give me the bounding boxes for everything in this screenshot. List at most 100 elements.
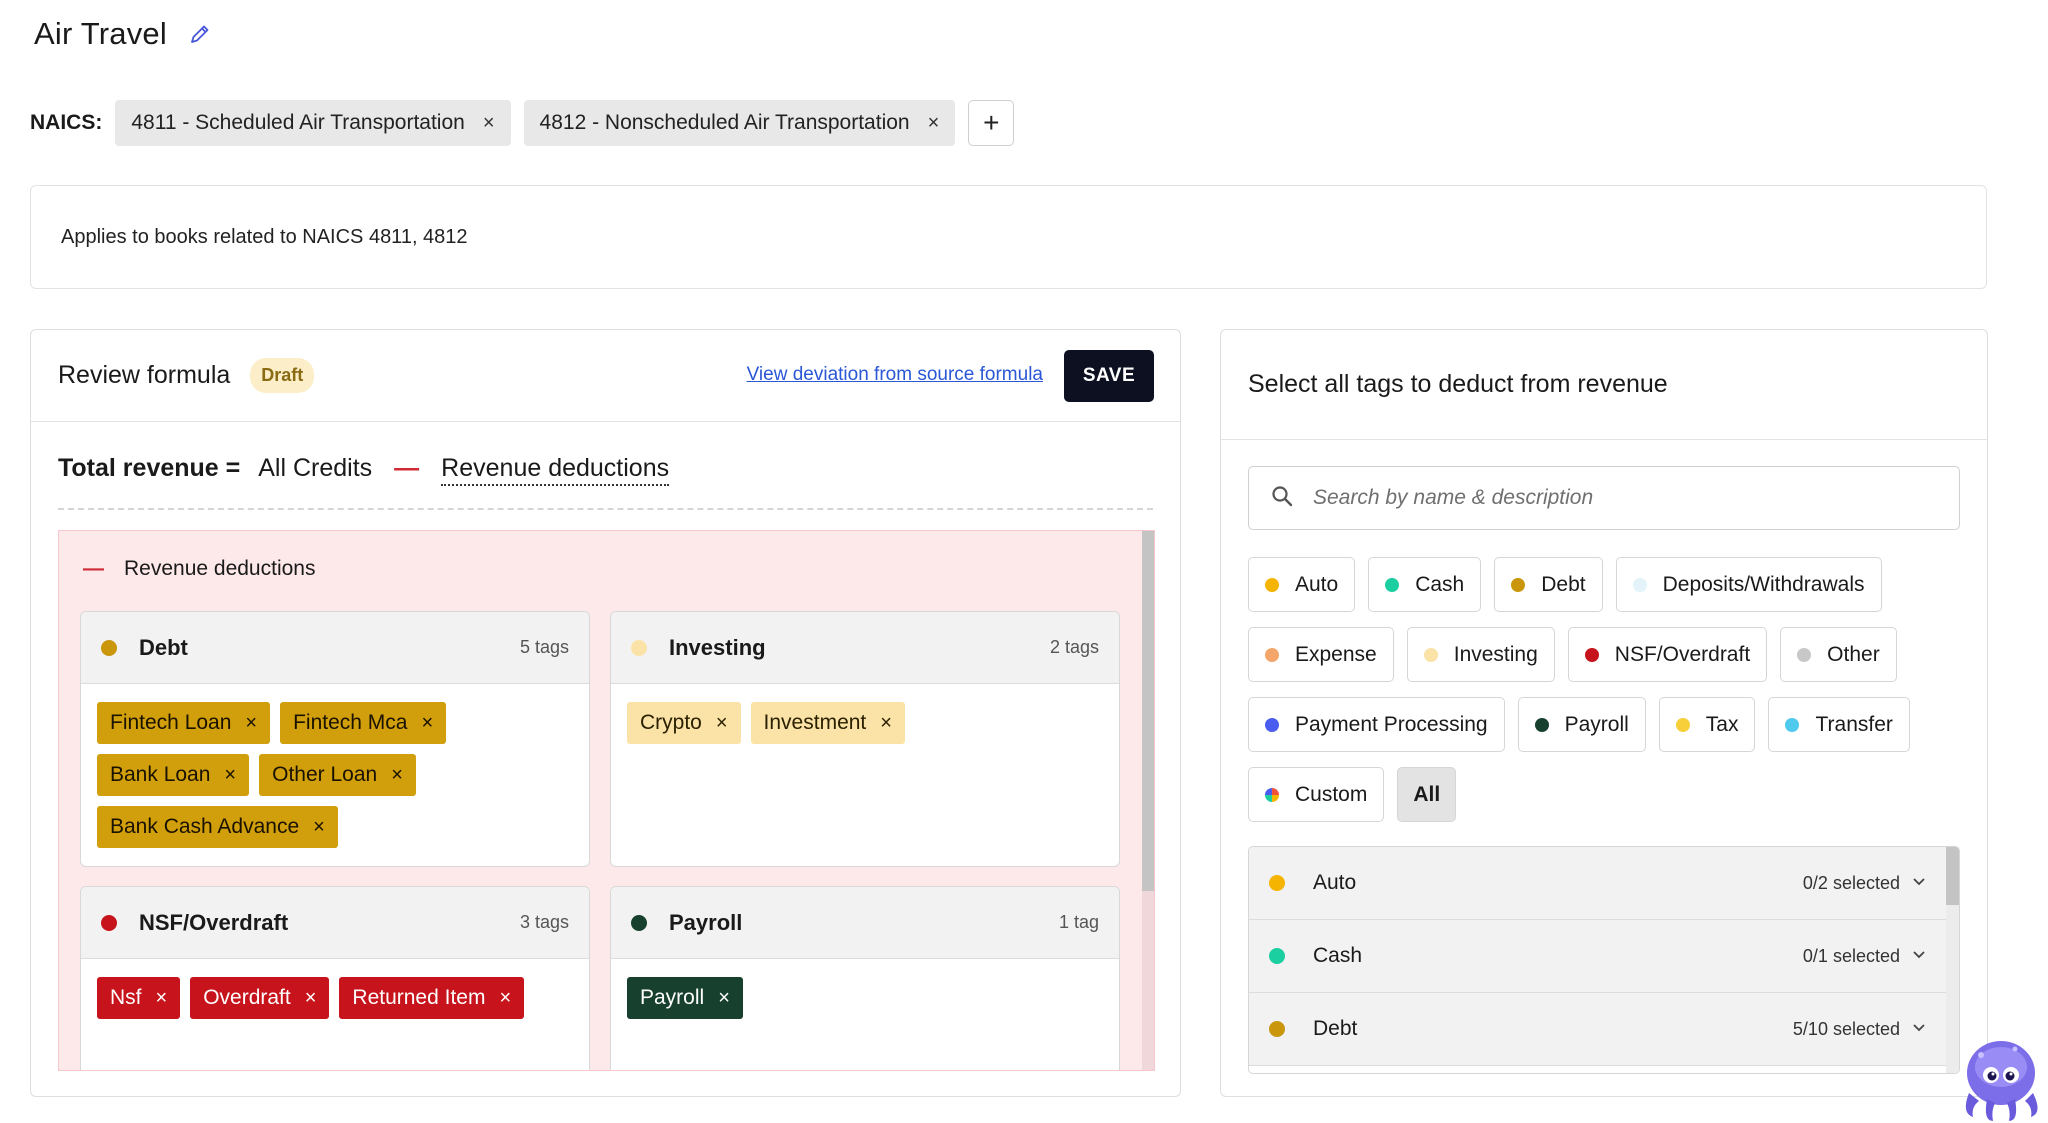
close-icon[interactable]: × — [305, 987, 317, 1010]
collapse-icon[interactable]: — — [83, 557, 104, 581]
add-naics-button[interactable]: + — [968, 100, 1015, 146]
close-icon[interactable]: × — [421, 712, 433, 735]
revenue-deductions-header[interactable]: — Revenue deductions — [83, 557, 315, 581]
list-item-name: Cash — [1313, 944, 1363, 967]
filter-chip-cash[interactable]: Cash — [1368, 557, 1482, 612]
filter-color-dot — [1423, 647, 1438, 662]
category-card-nsf-overdraft: NSF/Overdraft 3 tags Nsf × Overdraft × Ret… — [80, 886, 590, 1070]
view-deviation-link[interactable]: View deviation from source formula — [747, 364, 1043, 386]
tag-chip: Fintech Loan × — [97, 702, 271, 744]
scrollbar-thumb[interactable] — [1142, 531, 1154, 891]
search-box[interactable] — [1248, 466, 1960, 530]
filter-label: Payment Processing — [1295, 712, 1488, 736]
close-icon[interactable]: × — [156, 987, 168, 1010]
filter-chip-all[interactable]: All — [1397, 767, 1457, 822]
close-icon[interactable]: × — [313, 816, 325, 839]
naics-chip-label: 4811 - Scheduled Air Transportation — [131, 111, 465, 134]
filter-chip-payment-processing[interactable]: Payment Processing — [1248, 697, 1505, 752]
tag-label: Bank Loan — [110, 763, 211, 786]
tag-label: Fintech Loan — [110, 711, 232, 734]
chevron-down-icon[interactable] — [1912, 874, 1926, 892]
filter-chip-transfer[interactable]: Transfer — [1768, 697, 1910, 752]
tag-label: Fintech Mca — [293, 711, 408, 734]
status-badge: Draft — [250, 358, 315, 393]
filter-label: Auto — [1295, 572, 1339, 596]
category-header: Debt 5 tags — [81, 612, 589, 684]
close-icon[interactable]: × — [880, 712, 892, 735]
category-color-dot — [101, 914, 117, 931]
tag-label: Other Loan — [272, 763, 378, 786]
naics-chip: 4811 - Scheduled Air Transportation × — [115, 100, 511, 146]
filter-color-dot — [1797, 647, 1812, 662]
list-item[interactable]: Debt 5/10 selected — [1249, 993, 1946, 1066]
filter-color-dot — [1534, 717, 1549, 732]
filter-color-dot — [1584, 647, 1599, 662]
tag-category-list: Auto 0/2 selected Cash 0/1 selected Debt… — [1248, 846, 1960, 1074]
filter-chip-auto[interactable]: Auto — [1248, 557, 1356, 612]
filter-chip-investing[interactable]: Investing — [1406, 627, 1555, 682]
tag-chip: Fintech Mca × — [280, 702, 447, 744]
filter-chip-nsf-overdraft[interactable]: NSF/Overdraft — [1567, 627, 1768, 682]
close-icon[interactable]: × — [928, 112, 940, 135]
chevron-down-icon[interactable] — [1912, 947, 1926, 965]
tag-chip: Payroll × — [627, 977, 743, 1019]
filter-chip-expense[interactable]: Expense — [1248, 627, 1394, 682]
filter-label: Tax — [1705, 712, 1739, 736]
category-tags: Crypto × Investment × — [611, 684, 1119, 762]
filter-chip-tax[interactable]: Tax — [1658, 697, 1756, 752]
filter-label: Debt — [1541, 572, 1586, 596]
tag-chip: Overdraft × — [190, 977, 330, 1019]
close-icon[interactable]: × — [483, 112, 495, 135]
category-name: Payroll — [669, 909, 743, 935]
category-color-dot — [631, 914, 647, 931]
list-item[interactable]: Cash 0/1 selected — [1249, 920, 1946, 993]
filter-label: Deposits/Withdrawals — [1662, 572, 1865, 596]
filter-color-dot — [1265, 717, 1279, 732]
filter-color-dot — [1265, 577, 1279, 592]
scrollbar-thumb[interactable] — [1946, 847, 1959, 905]
filter-chip-debt[interactable]: Debt — [1494, 557, 1603, 612]
pencil-icon[interactable] — [189, 23, 211, 45]
close-icon[interactable]: × — [499, 987, 511, 1010]
close-icon[interactable]: × — [391, 764, 403, 787]
close-icon[interactable]: × — [718, 987, 730, 1010]
tag-selector-header: Select all tags to deduct from revenue — [1221, 330, 1987, 440]
category-tag-count: 1 tag — [1058, 912, 1099, 932]
filter-label: NSF/Overdraft — [1614, 642, 1751, 666]
close-icon[interactable]: × — [716, 712, 728, 735]
tag-label: Payroll — [640, 986, 705, 1009]
description-box[interactable]: Applies to books related to NAICS 4811, … — [30, 185, 1987, 289]
filter-chip-deposits-withdrawals[interactable]: Deposits/Withdrawals — [1615, 557, 1882, 612]
chevron-down-icon[interactable] — [1912, 1020, 1926, 1038]
category-tags: Fintech Loan × Fintech Mca × Bank Loan × Ot… — [81, 684, 589, 866]
tag-chip: Investment × — [750, 702, 905, 744]
review-formula-title: Review formula — [58, 361, 231, 389]
filter-chip-other[interactable]: Other — [1780, 627, 1897, 682]
close-icon[interactable]: × — [224, 764, 236, 787]
search-input[interactable] — [1313, 486, 1913, 510]
filter-color-dot — [1632, 577, 1647, 592]
tag-chip: Bank Cash Advance × — [97, 806, 338, 848]
list-item[interactable]: Auto 0/2 selected — [1249, 847, 1946, 920]
filter-color-dot — [1511, 577, 1526, 592]
tag-selector-panel: Select all tags to deduct from revenue A… — [1220, 329, 1988, 1097]
multicolor-dot-icon — [1265, 787, 1279, 802]
filter-label: Expense — [1295, 642, 1377, 666]
formula-term-credits: All Credits — [258, 454, 373, 482]
formula-term-deductions[interactable]: Revenue deductions — [441, 454, 670, 486]
tag-chip: Nsf × — [97, 977, 181, 1019]
tag-chip: Crypto × — [627, 702, 741, 744]
category-color-dot — [101, 639, 117, 656]
category-card-investing: Investing 2 tags Crypto × Investment × — [610, 611, 1120, 867]
category-name: Investing — [669, 634, 766, 660]
tag-chip: Other Loan × — [259, 754, 416, 796]
filter-chip-custom[interactable]: Custom — [1248, 767, 1385, 822]
filter-label: Other — [1827, 642, 1880, 666]
filter-chip-payroll[interactable]: Payroll — [1517, 697, 1646, 752]
save-button[interactable]: SAVE — [1064, 350, 1154, 402]
category-card-debt: Debt 5 tags Fintech Loan × Fintech Mca × B… — [80, 611, 590, 867]
mascot-help-icon[interactable] — [1953, 1033, 2048, 1123]
close-icon[interactable]: × — [245, 712, 257, 735]
filter-label: Investing — [1453, 642, 1538, 666]
deductions-scrollbar[interactable] — [1142, 531, 1154, 1070]
